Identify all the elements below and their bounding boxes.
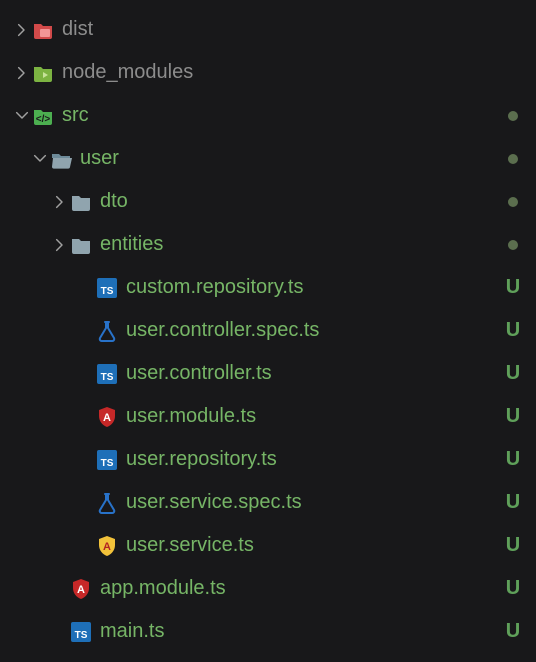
tree-item-user-repository[interactable]: user.repository.tsU xyxy=(0,438,536,481)
chevron-spacer xyxy=(76,407,96,427)
git-modified-dot-icon xyxy=(508,197,518,207)
git-status-badge: U xyxy=(504,448,522,471)
git-status-badge: U xyxy=(504,276,522,299)
tree-item-custom-repository[interactable]: custom.repository.tsU xyxy=(0,266,536,309)
chevron-spacer xyxy=(76,450,96,470)
test-flask-icon xyxy=(96,492,118,514)
tree-item-label: dto xyxy=(100,190,508,213)
chevron-spacer xyxy=(76,364,96,384)
chevron-right-icon xyxy=(12,20,32,40)
git-modified-dot-icon xyxy=(508,111,518,121)
tree-item-label: user.controller.spec.ts xyxy=(126,319,504,342)
chevron-spacer xyxy=(50,622,70,642)
angular-red-icon xyxy=(96,406,118,428)
tree-item-dist[interactable]: dist xyxy=(0,8,536,51)
angular-yellow-icon xyxy=(96,535,118,557)
test-flask-icon xyxy=(96,320,118,342)
tree-item-user[interactable]: user xyxy=(0,137,536,180)
tree-item-entities[interactable]: entities xyxy=(0,223,536,266)
tree-item-label: user.module.ts xyxy=(126,405,504,428)
tree-item-user-service[interactable]: user.service.tsU xyxy=(0,524,536,567)
chevron-spacer xyxy=(50,579,70,599)
git-status-badge: U xyxy=(504,319,522,342)
git-modified-dot-icon xyxy=(508,154,518,164)
tree-item-dto[interactable]: dto xyxy=(0,180,536,223)
tree-item-user-controller-spec[interactable]: user.controller.spec.tsU xyxy=(0,309,536,352)
chevron-down-icon xyxy=(12,106,32,126)
tree-item-label: user.service.spec.ts xyxy=(126,491,504,514)
folder-red-icon xyxy=(32,19,54,41)
angular-red-icon xyxy=(70,578,92,600)
git-status-badge: U xyxy=(504,534,522,557)
chevron-right-icon xyxy=(50,235,70,255)
git-status-badge: U xyxy=(504,491,522,514)
folder-open-icon xyxy=(50,148,72,170)
tree-item-label: user.service.ts xyxy=(126,534,504,557)
tree-item-label: entities xyxy=(100,233,508,256)
chevron-right-icon xyxy=(12,63,32,83)
folder-src-icon xyxy=(32,105,54,127)
typescript-icon xyxy=(96,449,118,471)
typescript-icon xyxy=(96,363,118,385)
typescript-icon xyxy=(96,277,118,299)
typescript-icon xyxy=(70,621,92,643)
tree-item-label: main.ts xyxy=(100,620,504,643)
tree-item-label: user.controller.ts xyxy=(126,362,504,385)
tree-item-label: node_modules xyxy=(62,61,522,84)
chevron-right-icon xyxy=(50,192,70,212)
tree-item-label: user.repository.ts xyxy=(126,448,504,471)
chevron-spacer xyxy=(76,493,96,513)
folder-icon xyxy=(70,234,92,256)
tree-item-app-module[interactable]: app.module.tsU xyxy=(0,567,536,610)
git-status-badge: U xyxy=(504,405,522,428)
tree-item-label: dist xyxy=(62,18,522,41)
tree-item-main[interactable]: main.tsU xyxy=(0,610,536,653)
git-status-badge: U xyxy=(504,362,522,385)
tree-item-user-controller[interactable]: user.controller.tsU xyxy=(0,352,536,395)
git-modified-dot-icon xyxy=(508,240,518,250)
git-status-badge: U xyxy=(504,577,522,600)
chevron-spacer xyxy=(76,321,96,341)
tree-item-node_modules[interactable]: node_modules xyxy=(0,51,536,94)
tree-item-label: user xyxy=(80,147,508,170)
chevron-spacer xyxy=(76,536,96,556)
file-tree: dist node_modulessrc user dto entities custom… xyxy=(0,8,536,653)
tree-item-user-module[interactable]: user.module.tsU xyxy=(0,395,536,438)
folder-icon xyxy=(70,191,92,213)
tree-item-src[interactable]: src xyxy=(0,94,536,137)
chevron-down-icon xyxy=(30,149,50,169)
git-status-badge: U xyxy=(504,620,522,643)
chevron-spacer xyxy=(76,278,96,298)
folder-green-icon xyxy=(32,62,54,84)
tree-item-label: src xyxy=(62,104,508,127)
tree-item-label: custom.repository.ts xyxy=(126,276,504,299)
tree-item-user-service-spec[interactable]: user.service.spec.tsU xyxy=(0,481,536,524)
tree-item-label: app.module.ts xyxy=(100,577,504,600)
